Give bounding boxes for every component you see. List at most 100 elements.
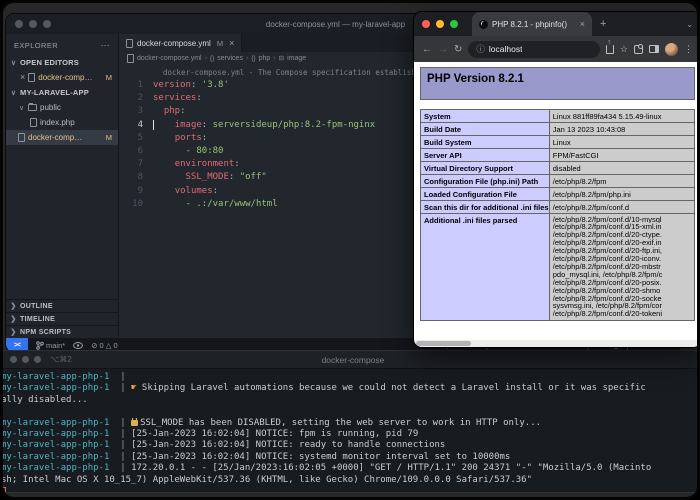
container-name: my-laravel-app-php-1: [1, 372, 109, 382]
side-panel-icon[interactable]: [649, 45, 659, 53]
minimize-window-icon[interactable]: [436, 20, 444, 28]
outline-section[interactable]: ❯ OUTLINE: [6, 299, 118, 312]
maximize-window-icon[interactable]: [34, 356, 41, 363]
browser-toolbar: ← → ↻ ⓘ localhost ☆ ⋮: [414, 36, 700, 62]
project-section[interactable]: ∨ MY-LARAVEL-APP: [6, 85, 118, 100]
problems-item[interactable]: ⊘0 △0: [91, 341, 117, 350]
line-number: 1: [119, 79, 153, 92]
line-number: 5: [119, 132, 153, 145]
line-number: 2: [119, 92, 153, 105]
url-text: localhost: [489, 44, 523, 54]
maximize-window-icon[interactable]: [43, 20, 51, 28]
bookmark-star-icon[interactable]: ☆: [620, 44, 628, 55]
extensions-icon[interactable]: [634, 45, 643, 54]
breadcrumb-separator: ›: [273, 55, 275, 62]
lock-icon: [131, 420, 138, 426]
chevron-down-icon: ∨: [10, 89, 17, 97]
file-icon: [127, 54, 134, 63]
line-number: 10: [119, 198, 153, 211]
terminal-output[interactable]: my-laravel-app-php-1 | my-laravel-app-ph…: [0, 369, 700, 493]
modified-badge: M: [217, 39, 225, 48]
git-branch-item[interactable]: main*: [36, 341, 65, 350]
phpinfo-table: SystemLinux 881ff89fa434 5.15.49-linuxBu…: [420, 109, 695, 321]
gitlens-eye-item[interactable]: [73, 342, 83, 349]
chevron-right-icon: ❯: [10, 315, 17, 323]
tree-item-index-php[interactable]: index.php: [6, 115, 118, 130]
tree-item-docker-compose[interactable]: docker-compose.yml M: [6, 130, 118, 145]
window-controls[interactable]: [15, 15, 57, 33]
pointing-hand-icon: ☛: [131, 383, 142, 393]
phpinfo-row: Build SystemLinux: [421, 136, 695, 149]
object-icon: {}: [210, 55, 214, 62]
chevron-down-icon: ∨: [10, 59, 17, 67]
fullscreen-window-icon[interactable]: [450, 20, 458, 28]
forward-icon[interactable]: →: [438, 44, 448, 55]
phpinfo-row: Configuration File (php.ini) Path/etc/ph…: [421, 175, 695, 188]
close-tab-icon[interactable]: ×: [229, 39, 234, 48]
phpinfo-row: Scan this dir for additional .ini files/…: [421, 201, 695, 214]
terminal-line: my-laravel-app-php-1 | 172.20.0.1 - - [2…: [1, 463, 700, 474]
close-tab-icon[interactable]: ×: [580, 20, 585, 29]
horizontal-scrollbar[interactable]: [414, 340, 700, 347]
address-bar[interactable]: ⓘ localhost: [468, 41, 600, 58]
npm-scripts-section[interactable]: ❯ NPM SCRIPTS: [6, 325, 118, 338]
breadcrumb-separator: ›: [246, 55, 248, 62]
modified-badge: M: [106, 73, 114, 82]
file-icon: [30, 118, 37, 127]
profile-avatar[interactable]: [665, 43, 678, 56]
open-editors-section[interactable]: ∨ OPEN EDITORS: [6, 55, 118, 70]
file-icon: [28, 73, 35, 82]
scrollbar-thumb[interactable]: [416, 341, 471, 346]
terminal-line: my-laravel-app-php-1 | [25-Jan-2023 16:0…: [1, 440, 700, 451]
window-controls[interactable]: [422, 15, 464, 33]
git-branch-icon: [36, 341, 44, 350]
site-info-icon[interactable]: ⓘ: [476, 43, 485, 55]
open-editor-item[interactable]: × docker-compose.yml M: [6, 70, 118, 85]
text-cursor: [153, 120, 154, 130]
terminal-line: my-laravel-app-php-1 |: [1, 372, 700, 383]
container-name: my-laravel-app-php-1: [1, 452, 109, 462]
terminal-line: my-laravel-app-php-1 | SSL_MODE has been…: [1, 418, 700, 429]
chevron-right-icon: ❯: [10, 302, 17, 310]
terminal-titlebar: ⌥⌘2 docker-compose: [0, 351, 700, 369]
modified-badge: M: [106, 133, 114, 142]
line-number: 7: [119, 158, 153, 171]
phpinfo-row: Loaded Configuration File/etc/php/8.2/fp…: [421, 188, 695, 201]
terminal-line: my-laravel-app-php-1 | ☛ Skipping Larave…: [1, 383, 700, 394]
field-icon: ⊟: [279, 54, 284, 62]
share-icon[interactable]: [606, 45, 614, 54]
back-icon[interactable]: ←: [422, 44, 432, 55]
new-tab-icon[interactable]: +: [600, 18, 606, 30]
close-window-icon[interactable]: [10, 356, 17, 363]
tree-item-public[interactable]: ∨ public: [6, 100, 118, 115]
container-name: my-laravel-app-php-1: [1, 440, 109, 450]
phpinfo-row: Build DateJan 13 2023 10:43:08: [421, 123, 695, 136]
phpinfo-row: SystemLinux 881ff89fa434 5.15.49-linux: [421, 110, 695, 123]
line-number: 3: [119, 105, 153, 118]
terminal-line: my-laravel-app-php-1 | [25-Jan-2023 16:0…: [1, 452, 700, 463]
favicon: [479, 20, 488, 29]
close-icon[interactable]: ×: [20, 73, 25, 82]
close-window-icon[interactable]: [422, 20, 430, 28]
line-number: 8: [119, 171, 153, 184]
container-name: my-laravel-app-php-1: [1, 418, 109, 428]
explorer-header: EXPLORER ⋯: [6, 34, 118, 55]
container-name: my-laravel-app-php-1: [1, 463, 109, 473]
phpinfo-title: PHP Version 8.2.1: [420, 67, 695, 100]
line-number: 9: [119, 185, 153, 198]
folder-icon: [28, 104, 37, 111]
terminal-line: [1, 486, 700, 493]
minimize-window-icon[interactable]: [22, 356, 29, 363]
tab-docker-compose[interactable]: docker-compose.yml M ×: [119, 34, 242, 52]
reload-icon[interactable]: ↻: [454, 44, 462, 55]
timeline-section[interactable]: ❯ TIMELINE: [6, 312, 118, 325]
tab-search-icon[interactable]: ⌄: [686, 20, 693, 29]
minimize-window-icon[interactable]: [29, 20, 37, 28]
explorer-more-icon[interactable]: ⋯: [101, 40, 110, 51]
browser-tab[interactable]: PHP 8.2.1 - phpinfo() ×: [472, 12, 592, 36]
phpinfo-row: Server APIFPM/FastCGI: [421, 149, 695, 162]
chevron-down-icon: ∨: [18, 104, 25, 112]
container-name: my-laravel-app-php-1: [1, 429, 109, 439]
menu-icon[interactable]: ⋮: [684, 44, 693, 55]
close-window-icon[interactable]: [15, 20, 23, 28]
